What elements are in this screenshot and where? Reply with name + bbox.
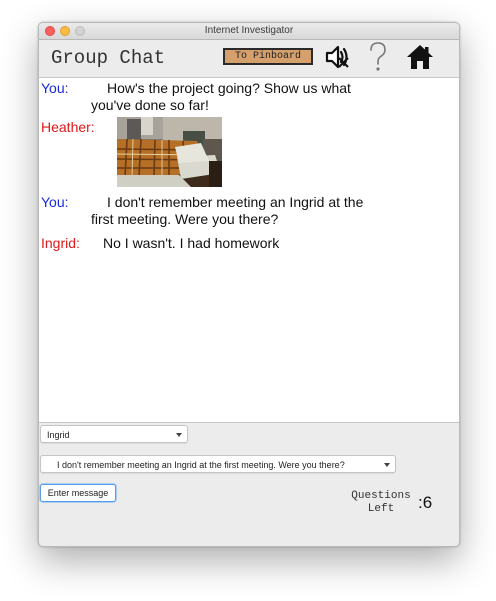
question-mark-icon[interactable] [367,41,389,78]
message-text: No I wasn't. I had homework [103,235,280,251]
message-text: I don't remember meeting an Ingrid at th… [107,194,364,210]
message-text-continued: first meeting. Were you there? [91,211,279,227]
recipient-select-value: Ingrid [47,430,70,440]
speaker-muted-icon[interactable] [324,43,352,76]
message-sender: You: [41,80,69,96]
question-select[interactable]: I don't remember meeting an Ingrid at th… [40,455,396,473]
questions-left-label-line1: Questions [351,490,411,502]
message-sender: Heather: [41,119,95,135]
chevron-down-icon [176,433,182,437]
questions-left-label-line2: Left [367,503,395,515]
chat-header: Group Chat To Pinboard [39,40,459,78]
recipient-select[interactable]: Ingrid [40,425,188,443]
chevron-down-icon [384,463,390,467]
message-text: How's the project going? Show us what [107,80,351,96]
questions-left-value: 6 [422,493,433,512]
message-sender: You: [41,194,69,210]
app-window: Internet Investigator Group Chat To Pinb… [38,22,460,547]
message-text-continued: you've done so far! [91,97,209,113]
questions-left-label: Questions Left [345,490,417,516]
message-sender: Ingrid: [41,235,80,251]
message-photo[interactable] [117,117,222,187]
page-title: Group Chat [51,47,166,69]
enter-message-button[interactable]: Enter message [40,484,116,502]
home-icon[interactable] [405,42,435,77]
question-select-value: I don't remember meeting an Ingrid at th… [57,460,345,470]
window-titlebar: Internet Investigator [39,23,459,40]
questions-left-count: :6 [418,493,432,513]
chat-log: You: How's the project going? Show us wh… [39,78,459,423]
window-title: Internet Investigator [204,25,294,36]
to-pinboard-button[interactable]: To Pinboard [223,48,313,65]
